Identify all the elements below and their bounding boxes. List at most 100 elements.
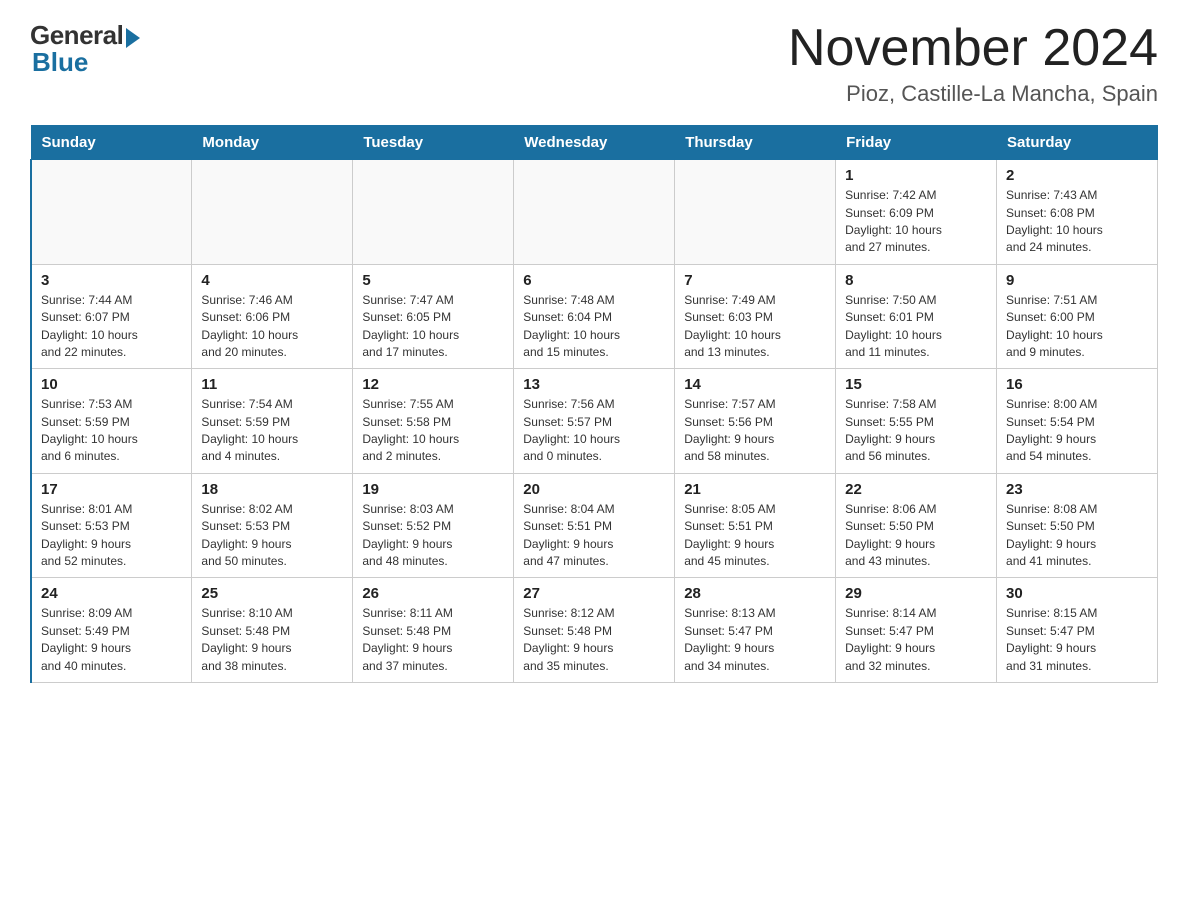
title-block: November 2024 Pioz, Castille-La Mancha, …	[788, 20, 1158, 107]
calendar-cell: 20 Sunrise: 8:04 AM Sunset: 5:51 PM Dayli…	[514, 473, 675, 578]
day-number: 12	[362, 376, 504, 393]
day-number: 4	[201, 272, 343, 289]
day-number: 15	[845, 376, 987, 393]
location: Pioz, Castille-La Mancha, Spain	[788, 81, 1158, 107]
day-info: Sunrise: 7:48 AM Sunset: 6:04 PM Dayligh…	[523, 292, 665, 362]
day-number: 11	[201, 376, 343, 393]
day-number: 23	[1006, 481, 1148, 498]
day-number: 6	[523, 272, 665, 289]
calendar-cell: 26Sunrise: 8:11 AM Sunset: 5:48 PM Dayli…	[353, 578, 514, 683]
calendar: Sunday Monday Tuesday Wednesday Thursday…	[30, 125, 1158, 683]
day-info: Sunrise: 8:08 AM Sunset: 5:50 PM Dayligh…	[1006, 501, 1148, 571]
day-info: Sunrise: 7:47 AM Sunset: 6:05 PM Dayligh…	[362, 292, 504, 362]
day-info: Sunrise: 8:00 AM Sunset: 5:54 PM Dayligh…	[1006, 396, 1148, 466]
day-info: Sunrise: 8:11 AM Sunset: 5:48 PM Dayligh…	[362, 605, 504, 675]
calendar-cell: 19Sunrise: 8:03 AM Sunset: 5:52 PM Dayli…	[353, 473, 514, 578]
calendar-cell	[514, 160, 675, 265]
calendar-cell	[31, 160, 192, 265]
day-info: Sunrise: 7:56 AM Sunset: 5:57 PM Dayligh…	[523, 396, 665, 466]
calendar-cell: 13 Sunrise: 7:56 AM Sunset: 5:57 PM Dayli…	[514, 369, 675, 474]
day-info: Sunrise: 8:12 AM Sunset: 5:48 PM Dayligh…	[523, 605, 665, 675]
month-title: November 2024	[788, 20, 1158, 77]
calendar-cell: 16 Sunrise: 8:00 AM Sunset: 5:54 PM Dayli…	[997, 369, 1158, 474]
calendar-week-row-0: 1 Sunrise: 7:42 AM Sunset: 6:09 PM Daylig…	[31, 160, 1158, 265]
logo-arrow-icon	[126, 28, 140, 48]
day-number: 16	[1006, 376, 1148, 393]
col-sunday: Sunday	[31, 126, 192, 160]
day-number: 21	[684, 481, 826, 498]
calendar-cell: 3 Sunrise: 7:44 AM Sunset: 6:07 PM Daylig…	[31, 264, 192, 369]
day-info: Sunrise: 7:54 AM Sunset: 5:59 PM Dayligh…	[201, 396, 343, 466]
day-number: 24	[41, 585, 182, 602]
day-info: Sunrise: 8:14 AM Sunset: 5:47 PM Dayligh…	[845, 605, 987, 675]
day-number: 9	[1006, 272, 1148, 289]
logo: General Blue	[30, 20, 140, 78]
calendar-cell: 28Sunrise: 8:13 AM Sunset: 5:47 PM Dayli…	[675, 578, 836, 683]
day-number: 20	[523, 481, 665, 498]
header: General Blue November 2024 Pioz, Castill…	[30, 20, 1158, 107]
calendar-cell: 22 Sunrise: 8:06 AM Sunset: 5:50 PM Dayli…	[836, 473, 997, 578]
day-number: 2	[1006, 167, 1148, 184]
day-number: 30	[1006, 585, 1148, 602]
col-monday: Monday	[192, 126, 353, 160]
day-info: Sunrise: 8:10 AM Sunset: 5:48 PM Dayligh…	[201, 605, 343, 675]
calendar-cell: 30 Sunrise: 8:15 AM Sunset: 5:47 PM Dayli…	[997, 578, 1158, 683]
calendar-cell: 9 Sunrise: 7:51 AM Sunset: 6:00 PM Daylig…	[997, 264, 1158, 369]
calendar-cell: 27 Sunrise: 8:12 AM Sunset: 5:48 PM Dayli…	[514, 578, 675, 683]
day-number: 13	[523, 376, 665, 393]
day-number: 17	[41, 481, 182, 498]
day-number: 25	[201, 585, 343, 602]
day-number: 8	[845, 272, 987, 289]
day-number: 27	[523, 585, 665, 602]
calendar-cell	[675, 160, 836, 265]
day-info: Sunrise: 7:44 AM Sunset: 6:07 PM Dayligh…	[41, 292, 182, 362]
calendar-cell: 14Sunrise: 7:57 AM Sunset: 5:56 PM Dayli…	[675, 369, 836, 474]
calendar-cell: 11 Sunrise: 7:54 AM Sunset: 5:59 PM Dayli…	[192, 369, 353, 474]
calendar-week-row-4: 24 Sunrise: 8:09 AM Sunset: 5:49 PM Dayli…	[31, 578, 1158, 683]
calendar-cell: 24 Sunrise: 8:09 AM Sunset: 5:49 PM Dayli…	[31, 578, 192, 683]
day-number: 22	[845, 481, 987, 498]
day-number: 5	[362, 272, 504, 289]
day-info: Sunrise: 8:04 AM Sunset: 5:51 PM Dayligh…	[523, 501, 665, 571]
calendar-cell: 21 Sunrise: 8:05 AM Sunset: 5:51 PM Dayli…	[675, 473, 836, 578]
day-info: Sunrise: 8:01 AM Sunset: 5:53 PM Dayligh…	[41, 501, 182, 571]
calendar-cell: 18Sunrise: 8:02 AM Sunset: 5:53 PM Dayli…	[192, 473, 353, 578]
day-info: Sunrise: 7:43 AM Sunset: 6:08 PM Dayligh…	[1006, 187, 1148, 257]
day-number: 3	[41, 272, 182, 289]
day-info: Sunrise: 8:13 AM Sunset: 5:47 PM Dayligh…	[684, 605, 826, 675]
day-info: Sunrise: 8:06 AM Sunset: 5:50 PM Dayligh…	[845, 501, 987, 571]
calendar-cell: 4Sunrise: 7:46 AM Sunset: 6:06 PM Daylig…	[192, 264, 353, 369]
day-number: 1	[845, 167, 987, 184]
day-info: Sunrise: 8:09 AM Sunset: 5:49 PM Dayligh…	[41, 605, 182, 675]
calendar-cell: 29 Sunrise: 8:14 AM Sunset: 5:47 PM Dayli…	[836, 578, 997, 683]
day-info: Sunrise: 7:42 AM Sunset: 6:09 PM Dayligh…	[845, 187, 987, 257]
col-friday: Friday	[836, 126, 997, 160]
day-number: 19	[362, 481, 504, 498]
day-number: 29	[845, 585, 987, 602]
day-number: 10	[41, 376, 182, 393]
calendar-cell: 6 Sunrise: 7:48 AM Sunset: 6:04 PM Daylig…	[514, 264, 675, 369]
calendar-week-row-3: 17 Sunrise: 8:01 AM Sunset: 5:53 PM Dayli…	[31, 473, 1158, 578]
calendar-cell	[192, 160, 353, 265]
day-info: Sunrise: 8:05 AM Sunset: 5:51 PM Dayligh…	[684, 501, 826, 571]
logo-blue-text: Blue	[32, 47, 88, 78]
calendar-cell: 8 Sunrise: 7:50 AM Sunset: 6:01 PM Daylig…	[836, 264, 997, 369]
day-info: Sunrise: 8:15 AM Sunset: 5:47 PM Dayligh…	[1006, 605, 1148, 675]
col-saturday: Saturday	[997, 126, 1158, 160]
day-info: Sunrise: 7:53 AM Sunset: 5:59 PM Dayligh…	[41, 396, 182, 466]
day-info: Sunrise: 7:51 AM Sunset: 6:00 PM Dayligh…	[1006, 292, 1148, 362]
day-info: Sunrise: 7:50 AM Sunset: 6:01 PM Dayligh…	[845, 292, 987, 362]
calendar-cell: 7 Sunrise: 7:49 AM Sunset: 6:03 PM Daylig…	[675, 264, 836, 369]
col-tuesday: Tuesday	[353, 126, 514, 160]
calendar-cell: 2 Sunrise: 7:43 AM Sunset: 6:08 PM Daylig…	[997, 160, 1158, 265]
calendar-cell: 17 Sunrise: 8:01 AM Sunset: 5:53 PM Dayli…	[31, 473, 192, 578]
day-number: 7	[684, 272, 826, 289]
calendar-cell: 1 Sunrise: 7:42 AM Sunset: 6:09 PM Daylig…	[836, 160, 997, 265]
day-info: Sunrise: 7:49 AM Sunset: 6:03 PM Dayligh…	[684, 292, 826, 362]
calendar-header-row: Sunday Monday Tuesday Wednesday Thursday…	[31, 126, 1158, 160]
calendar-cell: 15Sunrise: 7:58 AM Sunset: 5:55 PM Dayli…	[836, 369, 997, 474]
day-info: Sunrise: 7:55 AM Sunset: 5:58 PM Dayligh…	[362, 396, 504, 466]
calendar-week-row-1: 3 Sunrise: 7:44 AM Sunset: 6:07 PM Daylig…	[31, 264, 1158, 369]
col-thursday: Thursday	[675, 126, 836, 160]
calendar-week-row-2: 10 Sunrise: 7:53 AM Sunset: 5:59 PM Dayli…	[31, 369, 1158, 474]
